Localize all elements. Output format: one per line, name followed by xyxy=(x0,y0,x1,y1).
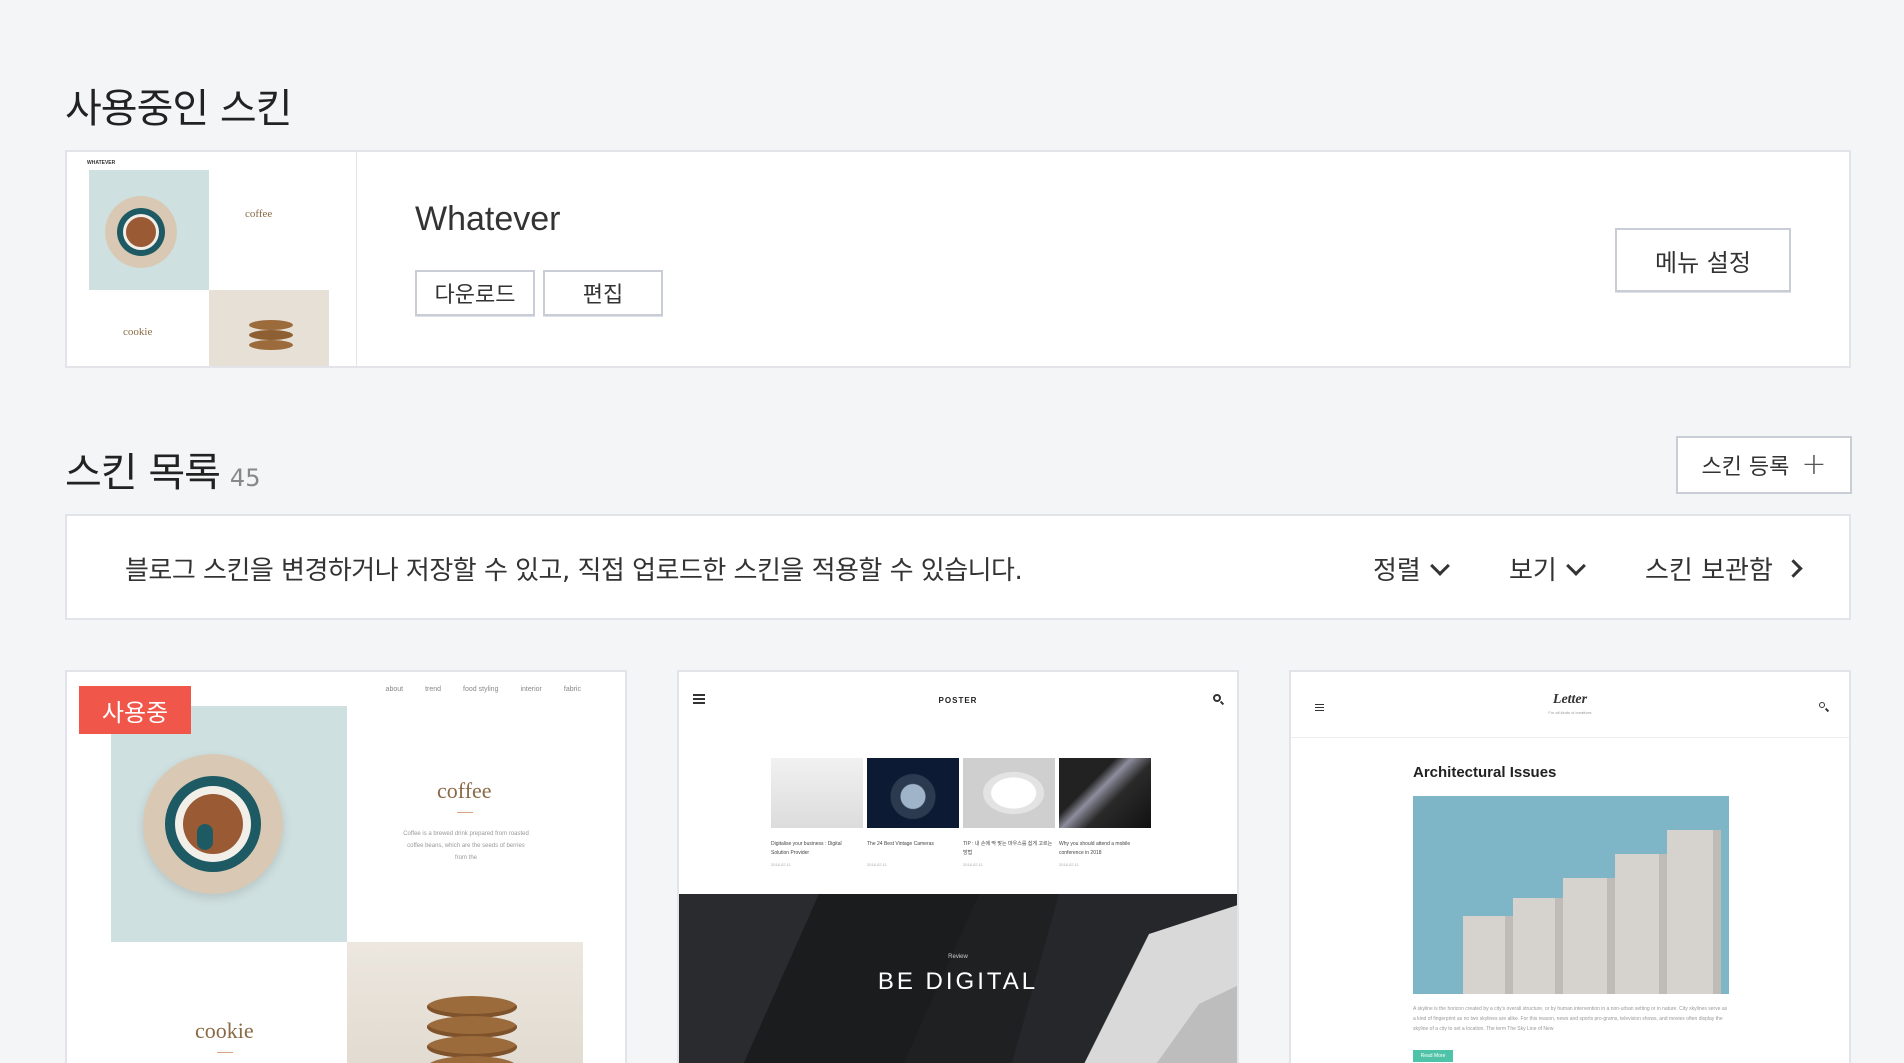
preview-caption: Digitalise your business : Digital Solut… xyxy=(771,841,842,856)
preview-thumb xyxy=(963,758,1055,828)
preview-thumb xyxy=(1059,758,1151,828)
preview-caption: TIP : 내 손에 딱 맞는 마우스를 쉽게 고르는 방법 xyxy=(963,841,1053,856)
sort-label: 정렬 xyxy=(1373,556,1421,586)
edit-button[interactable]: 편집 xyxy=(543,270,663,316)
preview-header: POSTER xyxy=(679,672,1237,724)
thumb-word-cookie: cookie xyxy=(123,326,153,338)
plus-icon: + xyxy=(1801,447,1827,482)
preview-nav-item: about xyxy=(385,686,404,693)
architecture-image xyxy=(1413,796,1729,994)
skin-list-title: 스킨 목록 45 xyxy=(65,450,261,496)
divider xyxy=(217,1052,233,1053)
search-icon xyxy=(1819,702,1825,708)
preview-word-coffee: coffee xyxy=(437,778,492,803)
preview-post-title: Architectural Issues xyxy=(1413,764,1557,781)
view-label: 보기 xyxy=(1509,556,1557,586)
preview-date: 2018.02.11 xyxy=(1059,862,1079,867)
thumb-word-coffee: coffee xyxy=(245,208,273,220)
skin-card-whatever[interactable]: 사용중 about trend food styling interior fa… xyxy=(65,670,627,1063)
chevron-right-icon xyxy=(1784,559,1803,578)
hero-kicker: Review xyxy=(948,954,968,960)
hero-title: BE DIGITAL xyxy=(877,968,1039,995)
current-skin-name: Whatever xyxy=(415,200,561,238)
preview-hero: Review BE DIGITAL xyxy=(679,894,1237,1063)
skin-storage-label: 스킨 보관함 xyxy=(1645,556,1773,586)
current-skin-title: 사용중인 스킨 xyxy=(65,86,293,132)
thumb-coffee-image xyxy=(89,170,209,290)
preview-header: Letter For all kinds of creatives xyxy=(1291,672,1849,738)
preview-date: 2018.02.11 xyxy=(963,862,983,867)
chevron-down-icon xyxy=(1565,555,1586,576)
register-skin-button[interactable]: 스킨 등록 + xyxy=(1676,436,1852,494)
preview-nav-item: fabric xyxy=(563,686,581,693)
preview-tagline: For all kinds of creatives xyxy=(1548,710,1592,715)
divider xyxy=(457,812,473,813)
view-dropdown[interactable]: 보기 xyxy=(1509,550,1586,587)
register-skin-label: 스킨 등록 xyxy=(1701,455,1790,480)
preview-date: 2018.02.11 xyxy=(867,862,887,867)
active-badge: 사용중 xyxy=(79,686,191,734)
preview-read-more: Read More xyxy=(1413,1050,1453,1062)
preview-post-text: A skyline is the horizon created by a ci… xyxy=(1413,1006,1728,1032)
skin-count: 45 xyxy=(229,464,261,492)
skin-card-poster[interactable]: POSTER Digitalise your business : Digita… xyxy=(677,670,1239,1063)
preview-nav-item: trend xyxy=(425,686,442,693)
current-skin-card: WHATEVER coffee cookie Whatever 다운로드 편집 … xyxy=(65,150,1851,368)
menu-settings-button[interactable]: 메뉴 설정 xyxy=(1615,228,1791,292)
skin-card-letter[interactable]: Letter For all kinds of creatives Archit… xyxy=(1289,670,1851,1063)
preview-thumbnails xyxy=(771,758,1151,828)
thumb-cookie-image xyxy=(209,290,329,366)
cookie-image xyxy=(347,942,583,1063)
preview-caption: The 24 Best Vintage Cameras xyxy=(867,841,934,847)
sort-dropdown[interactable]: 정렬 xyxy=(1373,550,1450,587)
skin-storage-link[interactable]: 스킨 보관함 xyxy=(1645,550,1803,587)
current-skin-thumbnail[interactable]: WHATEVER coffee cookie xyxy=(67,152,357,366)
download-button[interactable]: 다운로드 xyxy=(415,270,535,316)
preview-logo: POSTER xyxy=(938,696,978,705)
skin-info-bar: 블로그 스킨을 변경하거나 저장할 수 있고, 직접 업로드한 스킨을 적용할 … xyxy=(65,514,1851,620)
preview-logo: Letter xyxy=(1552,692,1588,707)
preview-nav: about trend food styling interior fabric xyxy=(386,686,581,693)
skin-info-text: 블로그 스킨을 변경하거나 저장할 수 있고, 직접 업로드한 스킨을 적용할 … xyxy=(125,556,1023,586)
preview-coffee-description: Coffee is a brewed drink prepared from r… xyxy=(403,831,529,861)
search-icon xyxy=(1213,694,1221,702)
preview-nav-item: food styling xyxy=(463,686,499,693)
coffee-image xyxy=(111,706,347,942)
preview-caption: Why you should attend a mobile conferenc… xyxy=(1059,841,1131,856)
preview-date: 2018.02.11 xyxy=(771,862,791,867)
preview-nav-item: interior xyxy=(520,686,542,693)
preview-thumb xyxy=(867,758,959,828)
thumb-logo: WHATEVER xyxy=(87,160,116,166)
preview-thumb xyxy=(771,758,863,828)
chevron-down-icon xyxy=(1429,555,1450,576)
preview-word-cookie: cookie xyxy=(195,1018,254,1043)
